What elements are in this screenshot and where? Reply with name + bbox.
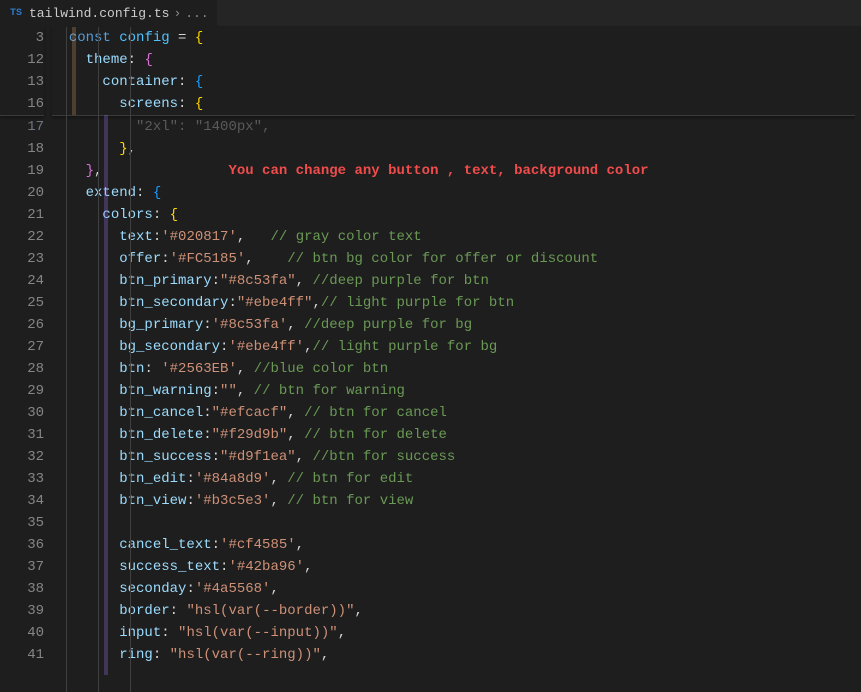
line-number: 36 [0,534,44,556]
minimap[interactable] [855,27,861,692]
line-number: 16 [0,93,44,115]
line-number: 25 [0,292,44,314]
line-number: 31 [0,424,44,446]
breadcrumb-filename[interactable]: tailwind.config.ts [29,6,169,21]
breadcrumb[interactable]: TS tailwind.config.ts › ... [0,0,217,26]
typescript-icon: TS [8,8,24,19]
chevron-right-icon: › [173,6,181,21]
line-number: 38 [0,578,44,600]
sticky-scroll-region: const config = { theme: { container: { s… [52,27,861,115]
line-number: 32 [0,446,44,468]
breadcrumb-bar: TS tailwind.config.ts › ... [0,0,861,27]
line-number: 29 [0,380,44,402]
line-number: 17 [0,116,44,138]
line-number: 18 [0,138,44,160]
line-number: 23 [0,248,44,270]
line-number: 3 [0,27,44,49]
line-number: 34 [0,490,44,512]
line-number: 30 [0,402,44,424]
line-number-gutter: 3 12 13 16 17 18 19 20 21 22 23 24 25 26… [0,27,52,692]
line-number: 13 [0,71,44,93]
line-number: 12 [0,49,44,71]
code-area[interactable]: const config = { theme: { container: { s… [52,27,861,692]
line-number: 27 [0,336,44,358]
line-number: 35 [0,512,44,534]
line-number: 28 [0,358,44,380]
line-number: 39 [0,600,44,622]
line-number: 40 [0,622,44,644]
line-number: 41 [0,644,44,666]
code-editor[interactable]: 3 12 13 16 17 18 19 20 21 22 23 24 25 26… [0,27,861,692]
line-number: 26 [0,314,44,336]
line-number: 24 [0,270,44,292]
fold-marker-icon [72,27,76,115]
line-number: 19 [0,160,44,182]
fold-marker-icon [104,115,108,675]
line-number: 21 [0,204,44,226]
line-number: 33 [0,468,44,490]
line-number: 37 [0,556,44,578]
breadcrumb-more[interactable]: ... [185,6,208,21]
line-number: 22 [0,226,44,248]
line-number: 20 [0,182,44,204]
inline-annotation: You can change any button , text, backgr… [228,163,648,179]
code-body[interactable]: "2xl": "1400px", }, }, You can change an… [52,116,861,666]
